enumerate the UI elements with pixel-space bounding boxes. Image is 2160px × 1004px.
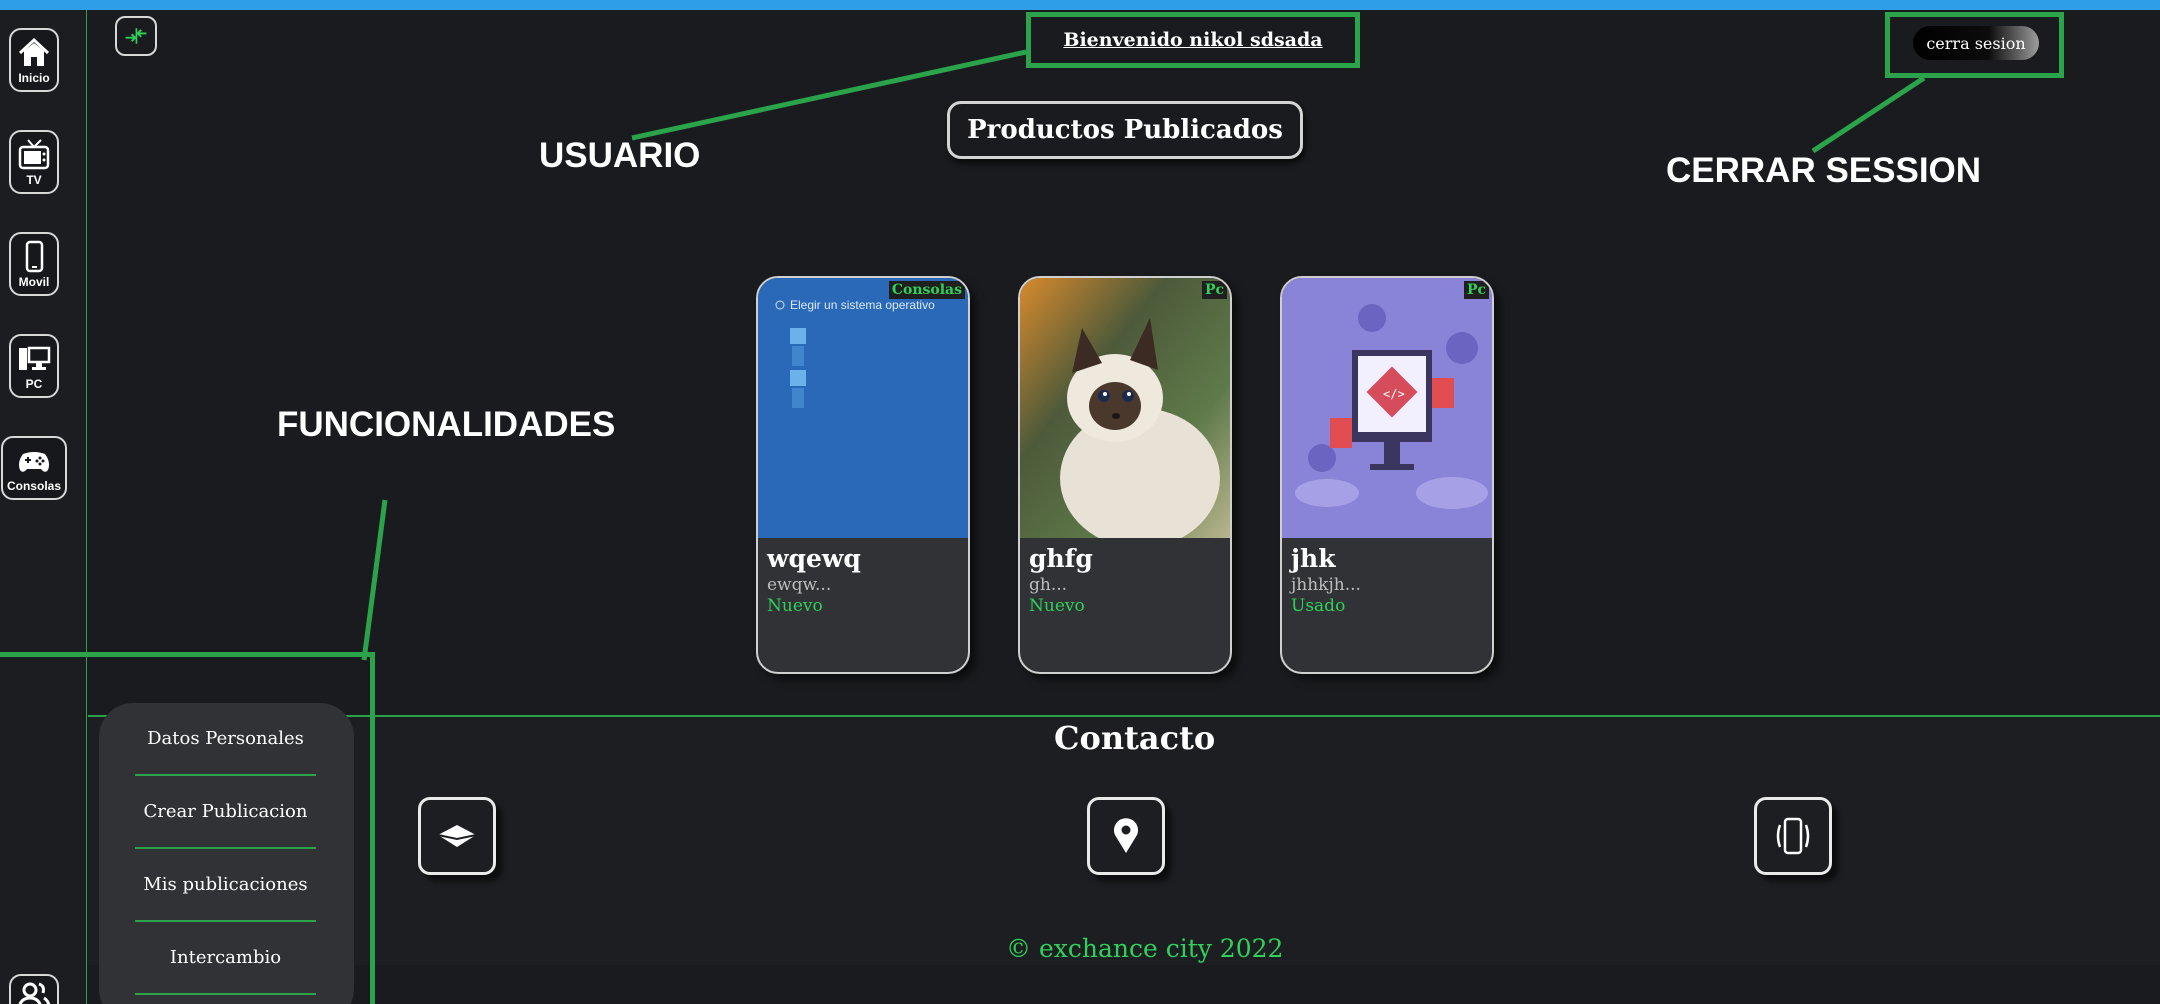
bottom-strip [88,965,2160,1004]
logout-button[interactable]: cerra sesion [1913,26,2039,60]
product-name: wqewq [767,544,861,573]
menu-item-datos-personales[interactable]: Datos Personales [135,703,316,776]
home-icon [18,37,50,66]
phone-icon [25,240,44,272]
category-badge: Consolas [888,281,965,299]
welcome-message: Bienvenido nikol sdsada [1063,29,1323,51]
product-name: jhk [1291,544,1336,573]
sidebar-item-inicio[interactable]: Inicio [9,28,59,92]
tv-icon [18,138,50,169]
product-card[interactable]: Pc ghfg gh... Nuevo [1018,276,1232,674]
product-card[interactable]: </> Pc jhk jhhkjh... Usado [1280,276,1494,674]
product-image [1020,278,1230,538]
email-icon [437,825,477,847]
sidebar-item-label: PC [25,376,43,391]
svg-text:Elegir un sistema operativo: Elegir un sistema operativo [790,298,935,312]
sidebar-item-tv[interactable]: TV [9,130,59,194]
location-icon [1114,818,1138,853]
annotation-cerrar-session: CERRAR SESSION [1666,151,1982,190]
annotation-funcionalidades: FUNCIONALIDADES [277,405,616,444]
collapse-button[interactable] [115,16,157,56]
product-description: gh... [1029,575,1068,595]
sidebar-item-label: Consolas [6,478,61,493]
sidebar-item-consolas[interactable]: Consolas [1,436,67,500]
annotation-usuario: USUARIO [539,136,701,175]
page-title: Productos Publicados [947,101,1303,159]
product-condition: Nuevo [767,596,823,616]
top-bar [0,0,2160,10]
product-image: Elegir un sistema operativo [758,278,968,538]
location-button[interactable] [1087,797,1165,875]
logout-highlight-box: cerra sesion [1885,12,2064,78]
product-condition: Nuevo [1029,596,1085,616]
svg-text:</>: </> [1383,387,1405,401]
product-description: jhhkjh... [1291,575,1361,595]
welcome-highlight-box: Bienvenido nikol sdsada [1026,12,1360,68]
sidebar-item-movil[interactable]: Movil [9,232,59,296]
pc-icon [19,346,51,370]
menu-item-mis-publicaciones[interactable]: Mis publicaciones [135,849,316,922]
copyright: © exchance city 2022 [1006,934,1284,963]
product-description: ewqw... [767,575,832,595]
sidebar-item-pc[interactable]: PC [9,334,59,398]
phone-vibrate-icon [1776,817,1810,855]
product-image: </> [1282,278,1492,538]
phone-button[interactable] [1754,797,1832,875]
email-button[interactable] [418,797,496,875]
menu-item-intercambio[interactable]: Intercambio [135,922,316,995]
product-condition: Usado [1291,596,1346,616]
product-name: ghfg [1029,544,1093,573]
product-card[interactable]: Elegir un sistema operativo Consolas wqe… [756,276,970,674]
category-badge: Pc [1201,281,1227,299]
category-badge: Pc [1463,281,1489,299]
collapse-icon [125,28,147,44]
sidebar-item-label: Movil [18,274,50,289]
sidebar-item-label: Inicio [18,70,50,85]
menu-item-crear-publicacion[interactable]: Crear Publicacion [135,776,316,849]
sidebar-item-label: TV [26,172,42,187]
functions-menu: Datos Personales Crear Publicacion Mis p… [99,703,354,1004]
gamepad-icon [19,451,49,472]
contact-title: Contacto [1054,719,1216,757]
